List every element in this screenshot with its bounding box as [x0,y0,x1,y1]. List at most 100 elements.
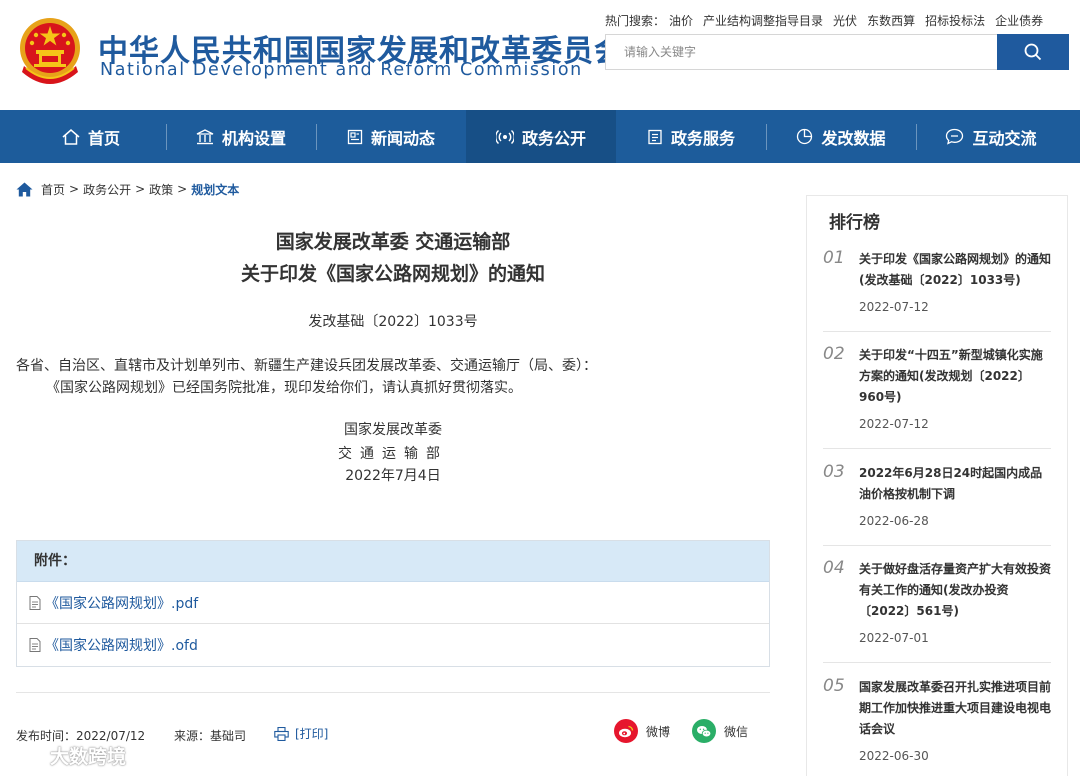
nav-label: 新闻动态 [370,128,435,148]
signer: 国家发展改革委 [344,422,442,438]
search-button[interactable] [997,34,1069,70]
ranking-number: 05 [823,676,845,696]
home-icon[interactable] [16,182,33,197]
file-icon [29,638,41,652]
ranking-item[interactable]: 04 关于做好盘活存量资产扩大有效投资有关工作的通知(发改办投资〔2022〕56… [823,558,1051,663]
attachment-link-pdf[interactable]: 《国家公路网规划》.pdf [17,582,769,624]
publish-label: 发布时间： [16,729,77,743]
source-label: 来源： [174,729,211,743]
watermark-logo-icon [11,746,49,763]
hot-search-label: 热门搜索： [605,14,666,28]
breadcrumb-separator: > [177,182,188,196]
nav-label: 互动交流 [972,128,1037,148]
share-wechat-button[interactable]: 微信 [692,719,748,743]
nav-item-news[interactable]: 新闻动态 [316,110,466,163]
document-icon [647,129,663,145]
breadcrumb-link[interactable]: 政务公开 [83,181,131,198]
nav-item-government-affairs[interactable]: 政务公开 [466,110,616,163]
newspaper-icon [347,129,363,145]
attachments-box: 附件： 《国家公路网规划》.pdf 《国家公路网规划》.ofd [16,540,770,667]
site-title-en[interactable]: National Development and Reform Commissi… [100,60,583,80]
wechat-icon [692,719,716,743]
nav-label: 机构设置 [221,128,286,148]
search-input[interactable] [606,35,998,69]
ranking-title: 排行榜 [829,213,880,233]
chat-icon [945,128,964,145]
ranking-number: 02 [823,344,845,364]
breadcrumb-link[interactable]: 政策 [149,181,173,198]
nav-item-organization[interactable]: 机构设置 [166,110,316,163]
print-button[interactable]: [打印] [274,725,328,742]
ranking-item-title: 关于印发《国家公路网规划》的通知(发改基础〔2022〕1033号) [859,252,1052,287]
breadcrumb: 首页 > 政务公开 > 政策 > 规划文本 [16,180,239,198]
hot-term[interactable]: 企业债券 [995,14,1043,28]
file-icon [29,595,41,610]
divider [16,692,770,693]
share-wechat-label: 微信 [724,724,749,739]
sign-date: 2022年7月4日 [345,468,441,484]
ranking-number: 01 [823,248,845,268]
signer: 交通运输部 [338,446,448,462]
article-title-line1: 国家发展改革委 交通运输部 [275,231,511,253]
attachment-name: 《国家公路网规划》.pdf [45,595,199,612]
article-title-line2: 关于印发《国家公路网规划》的通知 [240,263,545,285]
nav-label: 政务服务 [670,128,735,148]
ranking-item[interactable]: 05 国家发展改革委召开扎实推进项目前期工作加快推进重大项目建设电视电话会议 2… [823,676,1051,776]
national-emblem-icon[interactable] [16,16,84,88]
ranking-item-title: 关于印发“十四五”新型城镇化实施方案的通知(发改规划〔2022〕960号) [859,348,1043,404]
ranking-item-date: 2022-06-30 [859,749,929,763]
weibo-icon [614,719,638,743]
printer-icon [274,726,289,741]
hot-term[interactable]: 油价 [669,14,693,28]
share-weibo-button[interactable]: 微博 [614,719,670,743]
watermark: 大数跨境 [10,742,126,769]
hot-term[interactable]: 产业结构调整指导目录 [703,14,823,28]
article: 国家发展改革委 交通运输部 关于印发《国家公路网规划》的通知 发改基础〔2022… [16,215,770,776]
watermark-text: 大数跨境 [50,746,127,768]
ranking-number: 04 [823,558,845,578]
nav-item-services[interactable]: 政务服务 [616,110,766,163]
nav-item-data[interactable]: 发改数据 [766,110,916,163]
ranking-item-title: 2022年6月28日24时起国内成品油价格按机制下调 [859,466,1043,501]
site-header: 中华人民共和国国家发展和改革委员会 National Development a… [0,0,1080,110]
nav-item-interaction[interactable]: 互动交流 [916,110,1066,163]
main-nav: 首页 机构设置 新闻动态 政务公开 政务服务 发改数据 互动交流 [0,110,1080,163]
pie-chart-icon [796,128,813,145]
breadcrumb-separator: > [69,182,80,196]
search-icon [1024,43,1042,61]
building-icon [196,128,214,145]
breadcrumb-current[interactable]: 规划文本 [191,181,239,198]
attachment-link-ofd[interactable]: 《国家公路网规划》.ofd [17,624,769,666]
share-weibo-label: 微博 [646,724,671,739]
article-paragraph: 《国家公路网规划》已经国务院批准，现印发给你们，请认真抓好贯彻落实。 [46,380,522,396]
ranking-item[interactable]: 03 2022年6月28日24时起国内成品油价格按机制下调 2022-06-28 [823,462,1051,546]
hot-term[interactable]: 东数西算 [867,14,915,28]
nav-item-home[interactable]: 首页 [16,110,166,163]
hot-search: 热门搜索： 油价 产业结构调整指导目录 光伏 东数西算 招标投标法 企业债券 [605,12,1053,29]
ranking-item-title: 国家发展改革委召开扎实推进项目前期工作加快推进重大项目建设电视电话会议 [859,680,1052,736]
nav-label: 首页 [87,128,120,148]
nav-label: 政务公开 [521,128,586,148]
ranking-sidebar: 排行榜 01 关于印发《国家公路网规划》的通知(发改基础〔2022〕1033号)… [806,195,1068,776]
ranking-item-date: 2022-06-28 [859,514,929,528]
hot-term[interactable]: 光伏 [833,14,857,28]
breadcrumb-link[interactable]: 首页 [41,181,65,198]
source: 来源：基础司 [174,727,246,744]
print-label: [打印] [295,727,329,741]
ranking-number: 03 [823,462,845,482]
ranking-item-date: 2022-07-12 [859,300,929,314]
source-value: 基础司 [210,729,247,743]
home-icon [62,128,80,145]
broadcast-icon [495,129,514,145]
ranking-item[interactable]: 01 关于印发《国家公路网规划》的通知(发改基础〔2022〕1033号) 202… [823,248,1051,332]
attachment-name: 《国家公路网规划》.ofd [45,638,198,654]
article-paragraph: 各省、自治区、直辖市及计划单列市、新疆生产建设兵团发展改革委、交通运输厅（局、委… [16,358,597,374]
ranking-item[interactable]: 02 关于印发“十四五”新型城镇化实施方案的通知(发改规划〔2022〕960号)… [823,344,1051,449]
hot-term[interactable]: 招标投标法 [925,14,985,28]
search-box [605,34,1069,70]
ranking-item-date: 2022-07-01 [859,631,929,645]
ranking-item-date: 2022-07-12 [859,417,929,431]
nav-label: 发改数据 [821,128,886,148]
document-number: 发改基础〔2022〕1033号 [308,314,478,330]
attachments-header: 附件： [17,541,769,582]
